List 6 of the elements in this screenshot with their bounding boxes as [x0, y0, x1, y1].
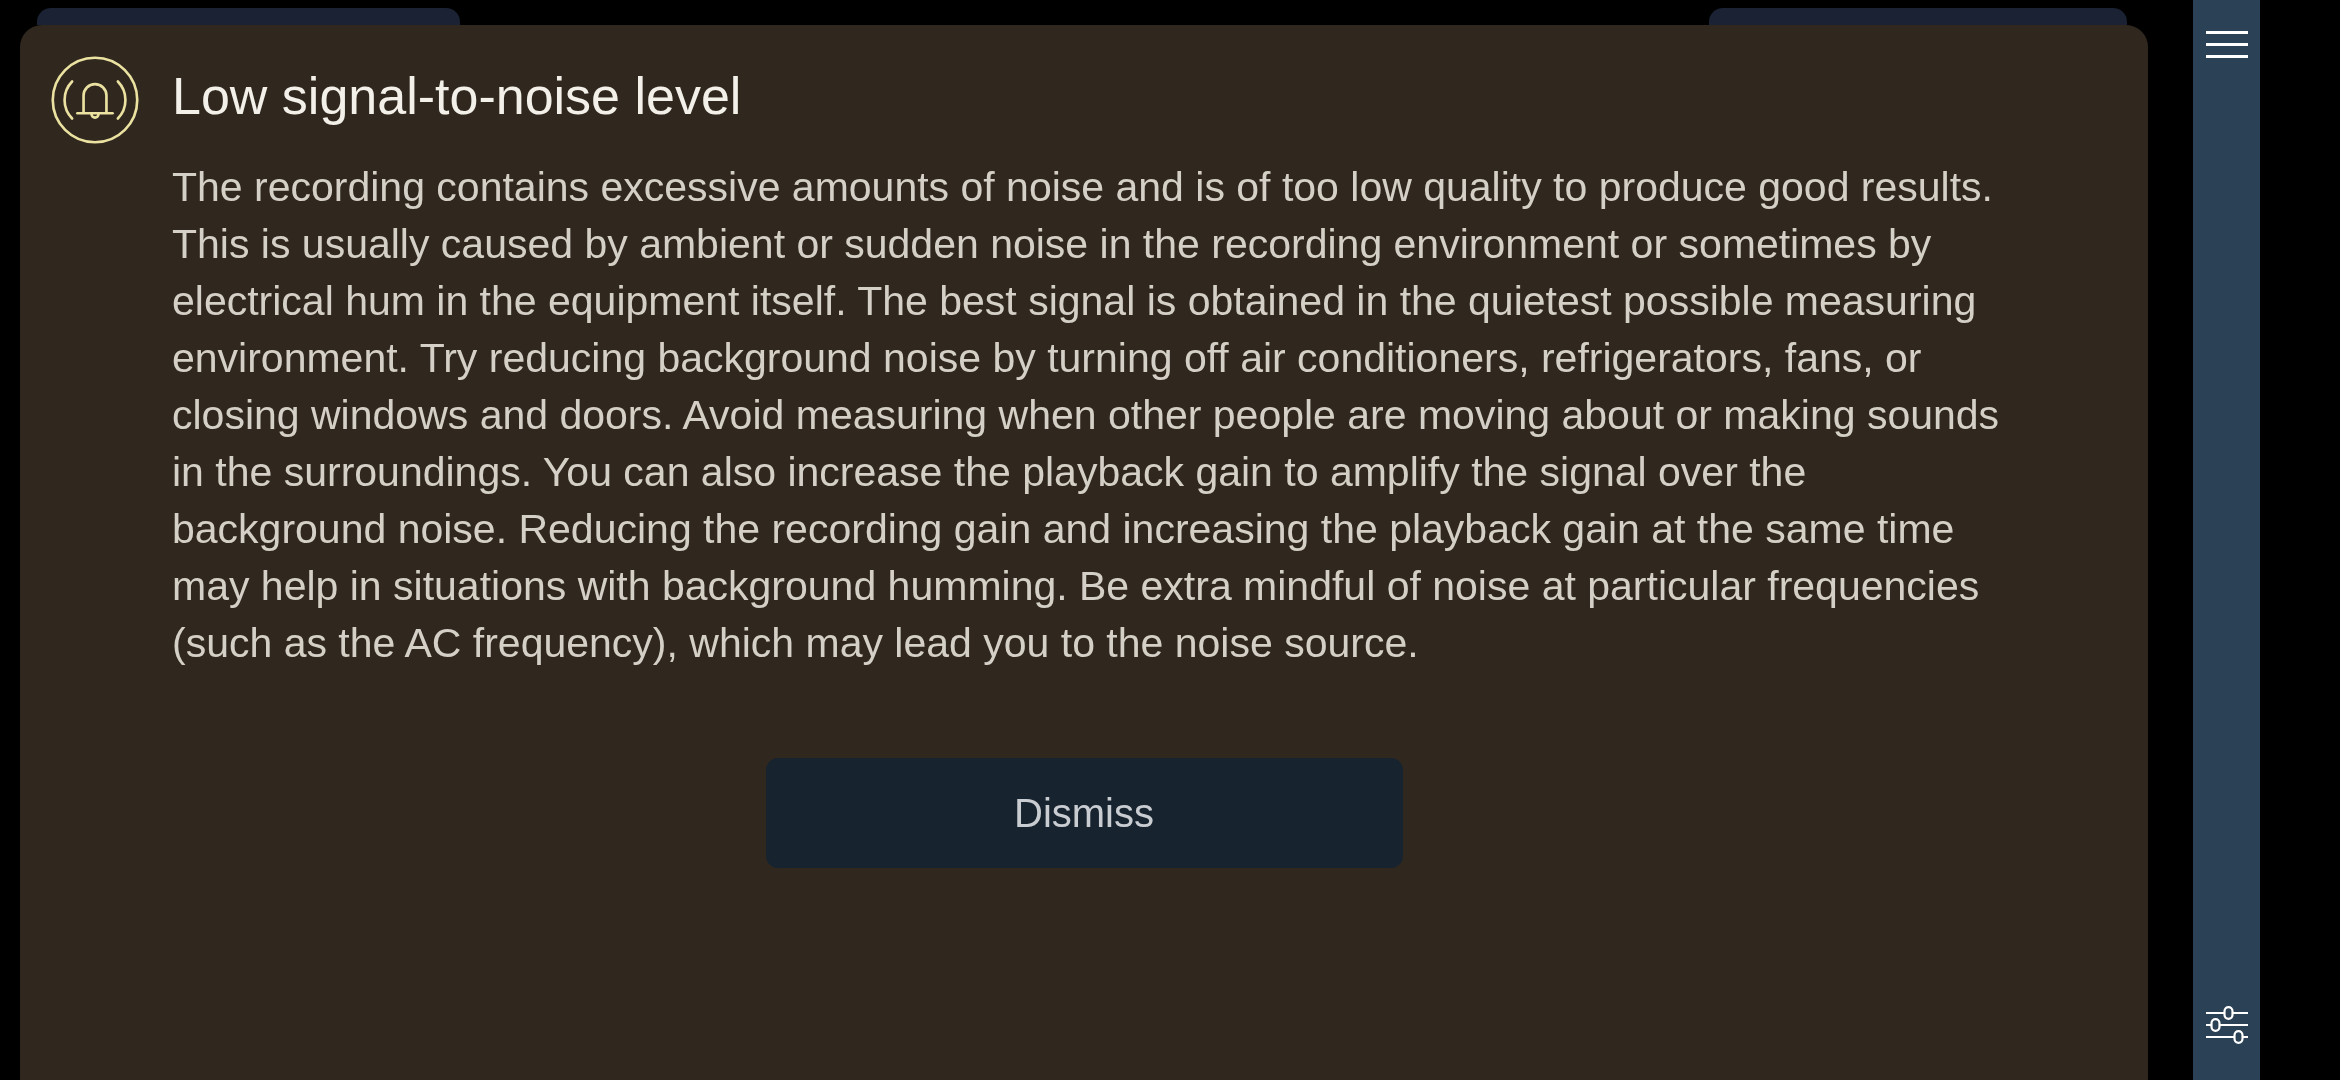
dialog-title: Low signal-to-noise level: [172, 66, 742, 127]
dialog-message: The recording contains excessive amounts of noise and is of too low quality to produce good results. This is usually caused by ambient or sudden noise in the recording environment or sometimes by electrical hum in the equipment itself. The best signal is obtained in the quietest possible measuring environment. Try reducing background noise by turning off air conditioners, refrigerators, fans, or closing windows and doors. Avoid measuring when other people are moving about or making sounds in the surroundings. You can also increase the playback gain to amplify the signal over the background noise. Reducing the recording gain and increasing the playback gain at the same time may help in situations with background humming. Be extra mindful of noise at particular frequencies (such as the AC frequency), which may lead you to the noise source.: [172, 163, 2001, 668]
menu-icon[interactable]: [2205, 31, 2248, 58]
dismiss-button[interactable]: Dismiss: [765, 758, 1403, 868]
sliders-icon[interactable]: [2205, 1006, 2248, 1044]
bell-icon: [51, 56, 139, 144]
